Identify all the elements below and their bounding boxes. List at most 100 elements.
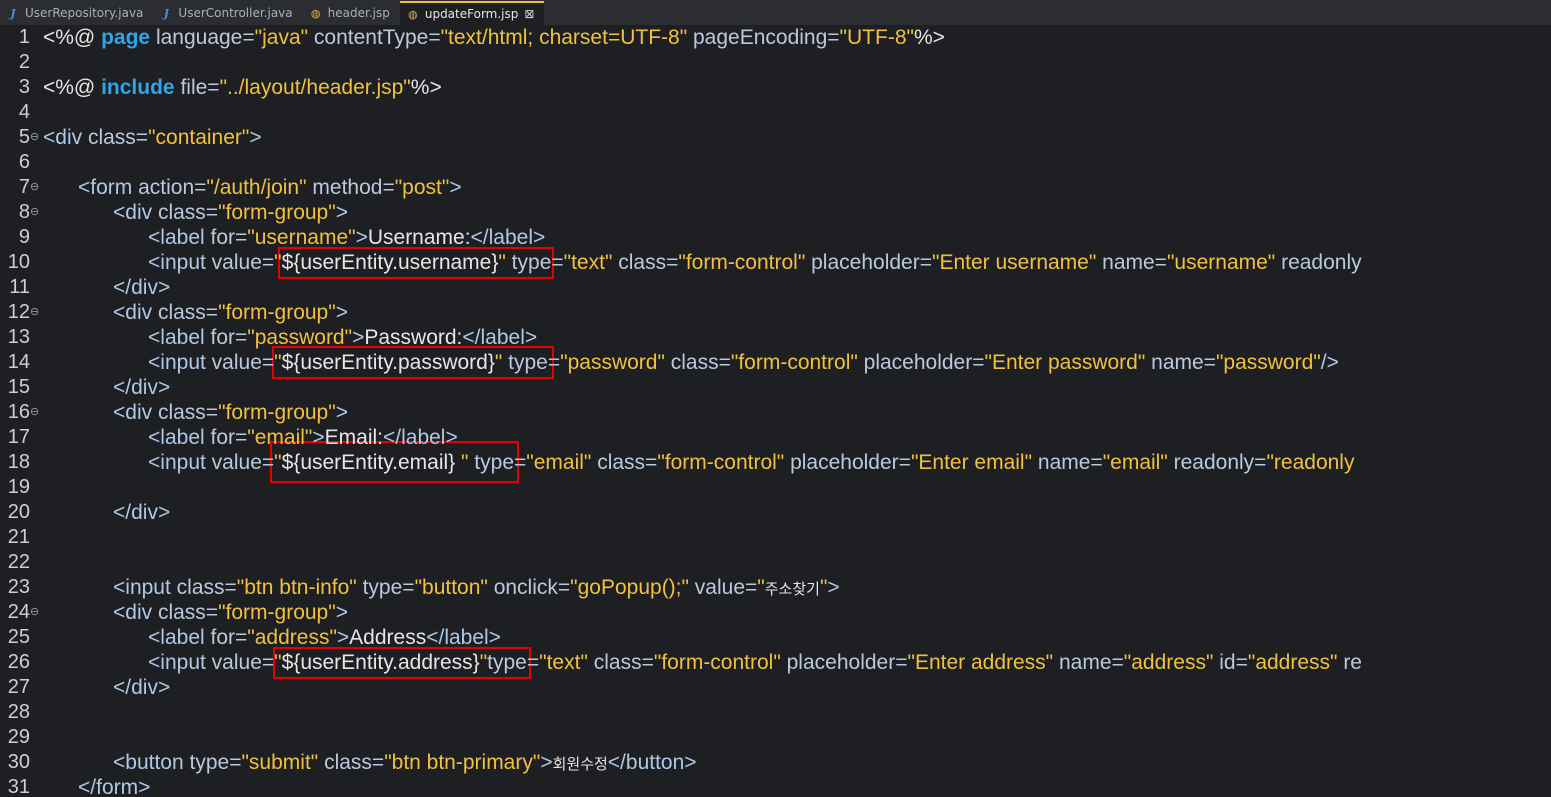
tab-updateform-jsp[interactable]: ◍ updateForm.jsp ⊠ [399, 1, 545, 25]
code-token: class= [152, 401, 219, 424]
code-text: <div class="form-group"> [43, 300, 348, 325]
code-token: </button> [607, 751, 697, 774]
code-token: "form-group" [218, 601, 336, 624]
line-number: 21 [7, 526, 30, 548]
tab-usercontroller-java[interactable]: J UserController.java [153, 1, 302, 25]
code-line[interactable]: 20 </div> [0, 500, 1551, 525]
code-token: > [312, 426, 325, 449]
code-token: "form-control" [653, 651, 781, 674]
fold-toggle-icon[interactable]: ⊖ [30, 400, 40, 425]
fold-toggle-icon[interactable]: ⊖ [30, 300, 40, 325]
code-token: re [1337, 651, 1362, 674]
code-token: value= [688, 576, 758, 599]
code-token: "goPopup();" [570, 576, 689, 599]
code-line[interactable]: 12 ⊖ <div class="form-group"> [0, 300, 1551, 325]
fold-toggle-icon[interactable]: ⊖ [30, 600, 40, 625]
code-token: language= [150, 26, 255, 49]
code-line[interactable]: 8 ⊖ <div class="form-group"> [0, 200, 1551, 225]
code-token: Address [349, 626, 427, 649]
code-token: "form-group" [218, 401, 336, 424]
line-number: 11 [9, 276, 30, 298]
code-token: "/auth/join" [206, 176, 307, 199]
code-token: "text" [539, 651, 588, 674]
code-token: > [335, 601, 348, 624]
code-line[interactable]: 21 [0, 525, 1551, 550]
code-line[interactable]: 2 [0, 50, 1551, 75]
tab-userrepository-java[interactable]: J UserRepository.java [0, 1, 153, 25]
code-token: " [274, 251, 282, 274]
code-token: > [352, 326, 365, 349]
tab-header-jsp[interactable]: ◍ header.jsp [303, 1, 400, 25]
code-line[interactable]: 9 <label for="username">Username:</label… [0, 225, 1551, 250]
code-line[interactable]: 16 ⊖ <div class="form-group"> [0, 400, 1551, 425]
line-number: 6 [18, 151, 30, 173]
code-token: 주소찾기 [764, 581, 820, 598]
code-line[interactable]: 28 [0, 700, 1551, 725]
code-line[interactable]: 15 </div> [0, 375, 1551, 400]
code-token: "email" [1102, 451, 1168, 474]
code-text: <div class="form-group"> [43, 600, 348, 625]
code-token: type= [487, 651, 540, 674]
code-token: </div> [113, 501, 171, 524]
code-line[interactable]: 3 <%@ include file="../layout/header.jsp"… [0, 75, 1551, 100]
code-token: action= [132, 176, 207, 199]
code-line[interactable]: 14 <input value="${userEntity.password}"… [0, 350, 1551, 375]
line-number: 25 [7, 626, 30, 648]
fold-toggle-icon[interactable]: ⊖ [30, 175, 40, 200]
code-token: <label [148, 326, 205, 349]
code-line[interactable]: 17 <label for="email">Email:</label> [0, 425, 1551, 450]
code-line[interactable]: 26 <input value="${userEntity.address}"t… [0, 650, 1551, 675]
code-line[interactable]: 18 <input value="${userEntity.email} " t… [0, 450, 1551, 475]
line-number: 18 [7, 451, 30, 473]
tab-label: updateForm.jsp [424, 7, 519, 21]
fold-toggle-icon[interactable]: ⊖ [30, 200, 40, 225]
code-line[interactable]: 22 [0, 550, 1551, 575]
code-line[interactable]: 1 <%@ page language="java" contentType="t… [0, 25, 1551, 50]
line-number: 15 [7, 376, 30, 398]
code-token: "form-control" [657, 451, 785, 474]
code-line[interactable]: 27 </div> [0, 675, 1551, 700]
code-token: "Enter email" [910, 451, 1033, 474]
code-token: contentType= [308, 26, 441, 49]
code-line[interactable]: 6 [0, 150, 1551, 175]
code-token: type= [505, 251, 564, 274]
code-token: "Enter username" [931, 251, 1097, 274]
code-token: ${userEntity.address} [281, 651, 480, 674]
code-line[interactable]: 10 <input value="${userEntity.username}"… [0, 250, 1551, 275]
code-line[interactable]: 13 <label for="password">Password:</labe… [0, 325, 1551, 350]
code-token: <%@ [43, 26, 102, 49]
line-number: 28 [7, 701, 30, 723]
code-token: <label [148, 626, 205, 649]
code-token: for= [204, 326, 248, 349]
code-line[interactable]: 23 <input class="btn btn-info" type="but… [0, 575, 1551, 600]
code-line[interactable]: 11 </div> [0, 275, 1551, 300]
code-line[interactable]: 31 </form> [0, 775, 1551, 797]
code-token: type= [502, 351, 561, 374]
code-line[interactable]: 24 ⊖ <div class="form-group"> [0, 600, 1551, 625]
code-token: class= [318, 751, 385, 774]
code-line[interactable]: 30 <button type="submit" class="btn btn-… [0, 750, 1551, 775]
code-line[interactable]: 29 [0, 725, 1551, 750]
code-token: </label> [383, 426, 458, 449]
code-editor[interactable]: 1 <%@ page language="java" contentType="t… [0, 25, 1551, 797]
code-line[interactable]: 25 <label for="address">Address</label> [0, 625, 1551, 650]
code-token: type= [468, 451, 527, 474]
code-line[interactable]: 7 ⊖ <form action="/auth/join" method="pos… [0, 175, 1551, 200]
code-token: for= [204, 626, 248, 649]
code-token: class= [152, 601, 219, 624]
close-icon[interactable]: ⊠ [524, 7, 534, 21]
code-line[interactable]: 19 [0, 475, 1551, 500]
code-token: "form-control" [678, 251, 806, 274]
code-token: <input [148, 451, 206, 474]
code-token: "submit" [241, 751, 319, 774]
java-file-icon: J [163, 6, 170, 20]
code-token: " [757, 576, 765, 599]
code-token: "username" [1166, 251, 1276, 274]
code-token: method= [306, 176, 395, 199]
code-line[interactable]: 5 ⊖ <div class="container"> [0, 125, 1551, 150]
code-token: "address" [1247, 651, 1338, 674]
code-line[interactable]: 4 [0, 100, 1551, 125]
code-token: > [540, 751, 553, 774]
code-token: value= [205, 651, 275, 674]
fold-toggle-icon[interactable]: ⊖ [30, 125, 40, 150]
